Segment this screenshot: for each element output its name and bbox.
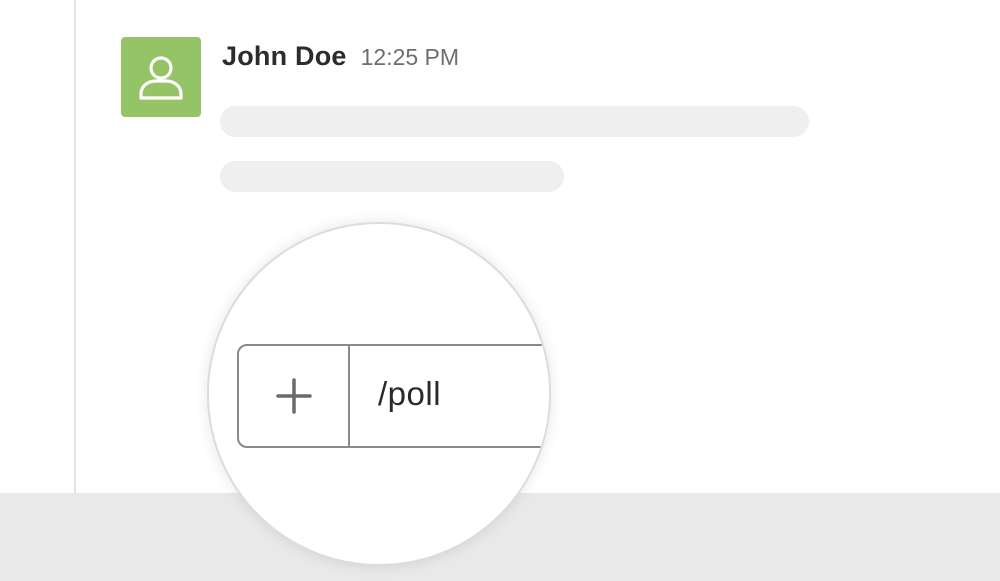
message-header: John Doe 12:25 PM xyxy=(222,41,459,72)
message-text-placeholder-line xyxy=(220,106,809,137)
message-composer: /poll xyxy=(237,344,549,448)
message-text-placeholder-line xyxy=(220,161,564,192)
plus-icon xyxy=(275,378,312,414)
sidebar-divider xyxy=(74,0,76,493)
user-icon xyxy=(139,56,183,100)
message-input[interactable]: /poll xyxy=(378,375,441,413)
attach-button[interactable] xyxy=(239,346,350,446)
message: John Doe 12:25 PM xyxy=(121,37,821,197)
avatar xyxy=(121,37,201,117)
magnifier-callout: /poll xyxy=(207,222,551,566)
author-name[interactable]: John Doe xyxy=(222,41,347,71)
message-timestamp[interactable]: 12:25 PM xyxy=(361,44,459,70)
